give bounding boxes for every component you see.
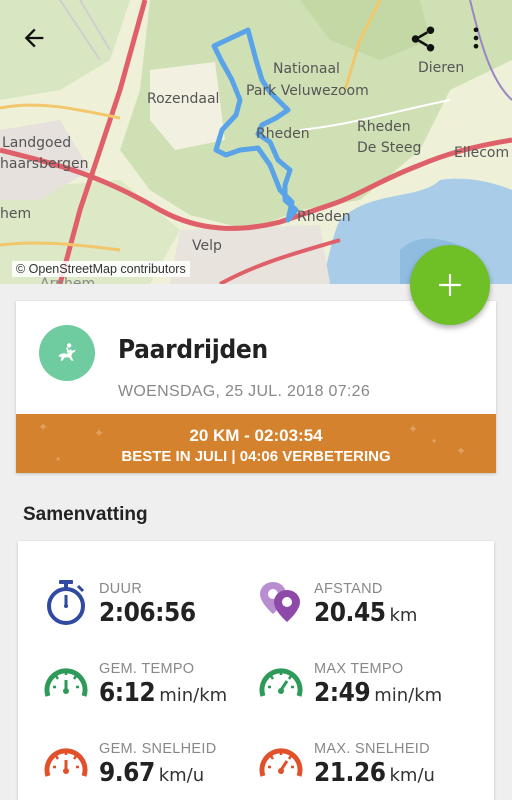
map-label: hem (0, 206, 32, 222)
map-label: Velp (192, 238, 222, 254)
activity-card[interactable]: Paardrijden WOENSDAG, 25 JUL. 2018 07:26… (16, 301, 496, 473)
horse-riding-icon (58, 343, 76, 361)
stat-value: 21.26 km/u (314, 758, 435, 788)
stat-value: 9.67 km/u (99, 758, 205, 788)
stat-value: 2:06:56 (99, 598, 196, 628)
map-label: Park Veluwezoom (246, 83, 369, 99)
map-label: haarsbergen (0, 156, 89, 172)
arrow-left-icon (24, 28, 44, 48)
record-improvement: BESTE IN JULI | 04:06 VERBETERING (121, 448, 391, 465)
back-button[interactable] (20, 24, 56, 60)
more-options-button[interactable] (462, 24, 498, 60)
stat-value: 20.45 km (314, 598, 418, 628)
map-label: Rheden (297, 209, 351, 225)
stat-distance: AFSTAND 20.45 km (257, 578, 477, 638)
more-vertical-icon (473, 27, 479, 49)
stat-duration: DUUR 2:06:56 (42, 578, 262, 638)
speedometer-icon (44, 748, 88, 777)
map-label: Rheden (256, 126, 310, 142)
map-label: Rozendaal (147, 91, 220, 107)
map-label: De Steeg (357, 140, 422, 156)
speedometer-icon (259, 748, 303, 777)
stat-label: MAX. SNELHEID (314, 741, 430, 757)
map-label: Ellecom (454, 145, 510, 161)
stat-max-pace: MAX TEMPO 2:49 min/km (257, 658, 477, 718)
add-button[interactable] (410, 245, 490, 325)
activity-icon-circle (39, 325, 95, 381)
map-label: Landgoed (2, 135, 72, 151)
stat-avg-speed: GEM. SNELHEID 9.67 km/u (42, 738, 262, 798)
stat-label: MAX TEMPO (314, 661, 404, 677)
map-label: Nationaal (273, 61, 340, 77)
stat-label: AFSTAND (314, 581, 383, 597)
record-banner: ✦ ✦ • ✦ ✦ • 20 KM - 02:03:54 BESTE IN JU… (16, 414, 496, 473)
map-label: Rheden (357, 119, 411, 135)
map-label: Arnhem (40, 276, 96, 284)
stat-label: GEM. TEMPO (99, 661, 195, 677)
activity-date: WOENSDAG, 25 JUL. 2018 07:26 (118, 383, 371, 400)
stat-value: 2:49 min/km (314, 678, 443, 708)
gauge-icon (44, 668, 88, 697)
stat-label: DUUR (99, 581, 143, 597)
stat-max-speed: MAX. SNELHEID 21.26 km/u (257, 738, 477, 798)
plus-icon (439, 274, 461, 296)
gauge-icon (259, 668, 303, 697)
map-label: Dieren (418, 60, 465, 76)
activity-title: Paardrijden (118, 335, 268, 365)
route-map[interactable]: Nationaal Park Veluwezoom Dieren Rozenda… (0, 0, 512, 284)
share-icon (411, 26, 435, 52)
stat-value: 6:12 min/km (99, 678, 228, 708)
map-pin-icon (260, 582, 300, 622)
map-attribution: © OpenStreetMap contributors (12, 261, 190, 277)
summary-title: Samenvatting (23, 504, 148, 525)
stopwatch-icon (47, 580, 85, 625)
stat-label: GEM. SNELHEID (99, 741, 217, 757)
share-button[interactable] (408, 24, 444, 60)
stat-avg-pace: GEM. TEMPO 6:12 min/km (42, 658, 262, 718)
record-distance-time: 20 KM - 02:03:54 (189, 426, 323, 445)
summary-card: DUUR 2:06:56 AFSTAND 20.45 km GEM. TEMPO … (18, 541, 494, 800)
